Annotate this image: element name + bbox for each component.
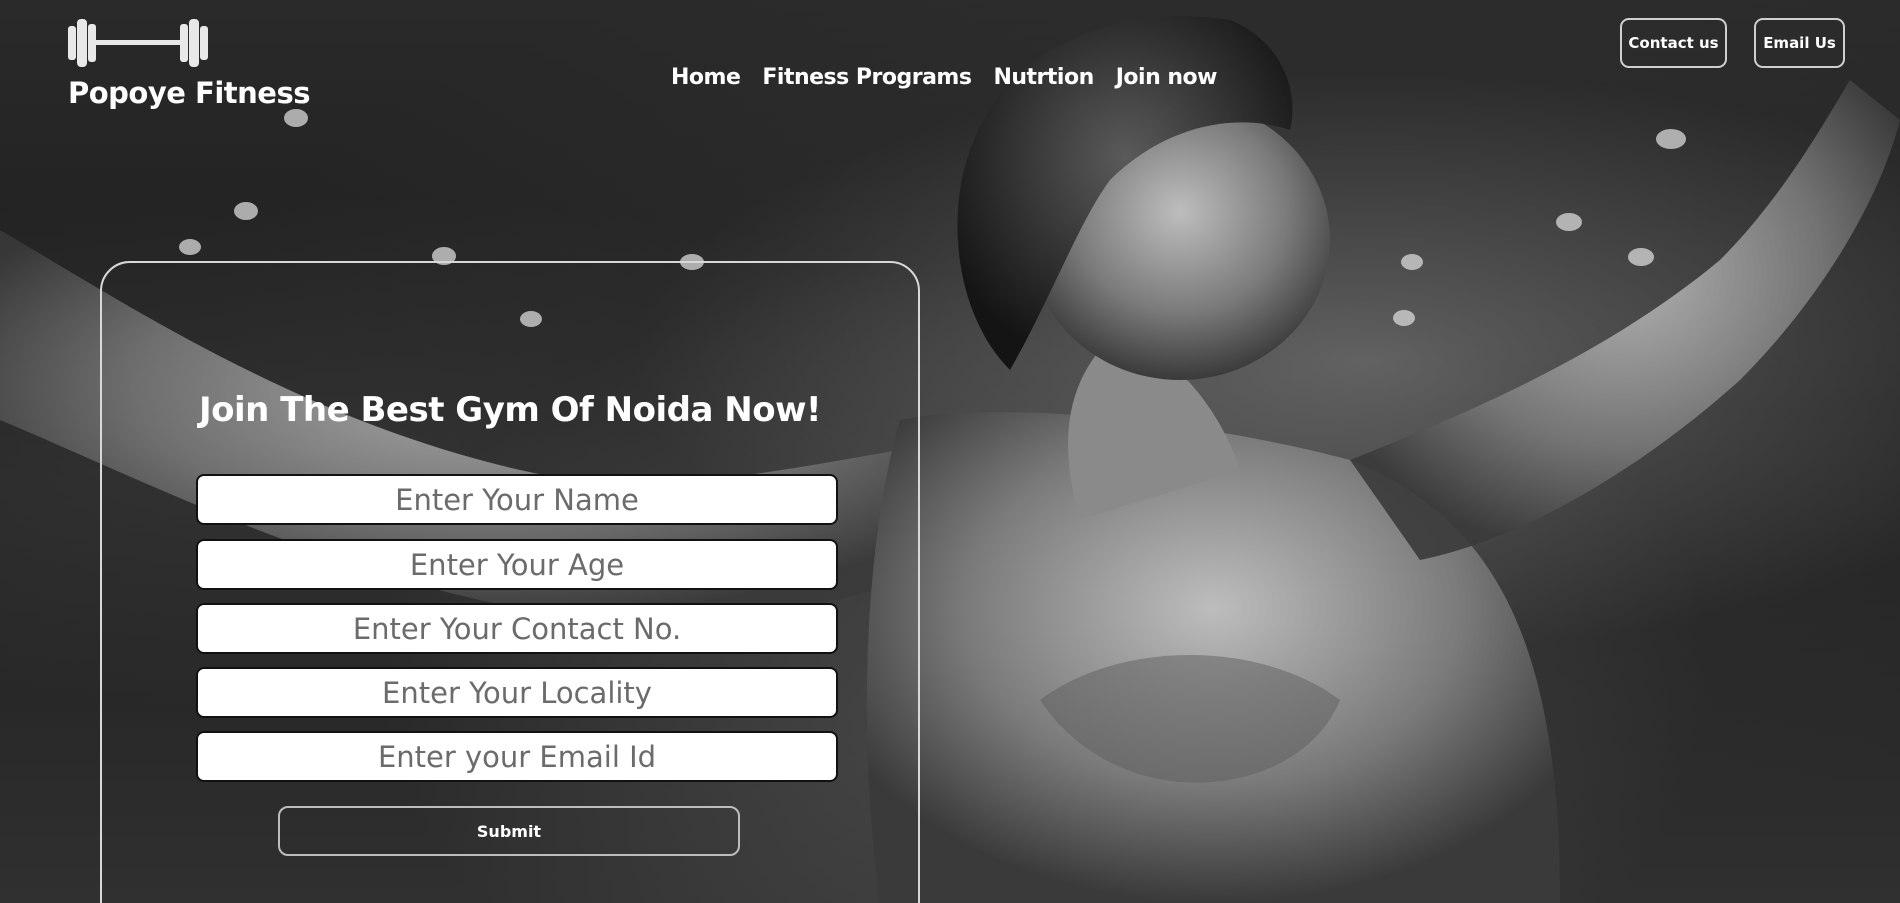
nav-fitness-programs[interactable]: Fitness Programs [762,65,972,90]
site-logo[interactable]: Popoye Fitness [68,16,310,110]
contact-number-input[interactable] [196,603,838,654]
nav-nutrition[interactable]: Nutrtion [993,65,1094,90]
age-input[interactable] [196,539,838,590]
nav-home[interactable]: Home [671,65,741,90]
locality-input[interactable] [196,667,838,718]
nav-join-now[interactable]: Join now [1116,65,1218,90]
email-us-button[interactable]: Email Us [1754,18,1845,68]
name-input[interactable] [196,474,838,525]
brand-name: Popoye Fitness [68,76,310,110]
dumbbell-icon [68,19,208,67]
email-input[interactable] [196,731,838,782]
main-nav: Home Fitness Programs Nutrtion Join now [671,65,1218,90]
contact-us-button[interactable]: Contact us [1620,18,1727,68]
form-title: Join The Best Gym Of Noida Now! [199,390,821,430]
page: Popoye Fitness Home Fitness Programs Nut… [0,0,1900,903]
submit-button[interactable]: Submit [278,806,740,856]
